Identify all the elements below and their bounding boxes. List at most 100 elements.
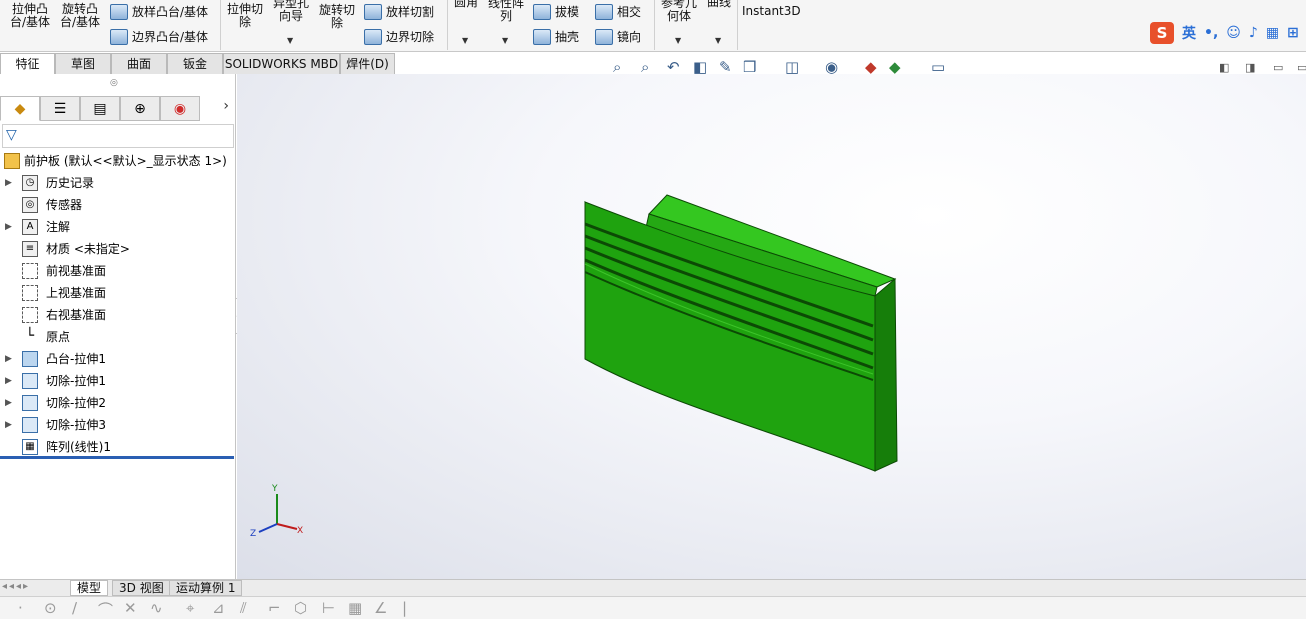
fillet-dropdown-icon[interactable]: ▼ — [462, 36, 468, 45]
tree-item-linear-pattern1[interactable]: ▦ 阵列(线性)1 — [0, 436, 236, 458]
dimension-icon[interactable]: ⊢ — [322, 599, 335, 617]
extrude-boss-button[interactable]: 拉伸凸 台/基体 — [8, 3, 52, 29]
expand-arrow-icon[interactable]: ▶ — [5, 348, 12, 370]
restore-icon[interactable]: ◧ — [1219, 61, 1229, 74]
tile-icon[interactable]: ◨ — [1245, 61, 1255, 74]
construction-icon[interactable]: ⫽ — [240, 599, 247, 617]
instant3d-button[interactable]: Instant3D — [742, 5, 801, 18]
line-icon[interactable]: ∕ — [72, 599, 77, 617]
pattern-icon[interactable]: ▦ — [348, 599, 362, 617]
tree-item-material[interactable]: ≡ 材质 <未指定> — [0, 238, 236, 260]
tree-item-cut-extrude2[interactable]: ▶ 切除-拉伸2 — [0, 392, 236, 414]
extrude-cut-button[interactable]: 拉伸切 除 — [225, 3, 265, 29]
rollback-bar[interactable] — [0, 456, 234, 459]
tree-item-sensors[interactable]: ◎ 传感器 — [0, 194, 236, 216]
close-icon[interactable]: ▭ — [1297, 61, 1306, 74]
command-manager-ribbon: 拉伸凸 台/基体 旋转凸 台/基体 放样凸台/基体 边界凸台/基体 拉伸切 除 … — [0, 0, 1306, 52]
display-manager-tab[interactable]: ◉ — [160, 96, 200, 121]
fillet-button[interactable]: 圆角 — [452, 0, 480, 9]
hole-wizard-button[interactable]: 异型孔 向导 — [271, 0, 311, 23]
angle-icon[interactable]: ∠ — [374, 599, 387, 617]
curves-dropdown-icon[interactable]: ▼ — [715, 36, 721, 45]
ime-more-icon[interactable]: ⊞ — [1287, 25, 1299, 41]
loft-cut-button[interactable]: 放样切割 — [364, 3, 434, 20]
tab-features[interactable]: 特征 — [0, 53, 55, 74]
tab-3d-view[interactable]: 3D 视图 — [112, 580, 171, 596]
color-wheel-icon: ◉ — [173, 100, 187, 117]
linear-pattern-dropdown-icon[interactable]: ▼ — [502, 36, 508, 45]
trim-icon[interactable]: ✕ — [124, 599, 137, 617]
boundary-boss-button[interactable]: 边界凸台/基体 — [110, 28, 208, 45]
expand-arrow-icon[interactable]: ▶ — [5, 172, 12, 194]
fillet-label: 圆角 — [453, 0, 478, 9]
part-model[interactable] — [237, 74, 1306, 579]
tree-item-boss-extrude1[interactable]: ▶ 凸台-拉伸1 — [0, 348, 236, 370]
tree-item-label: 上视基准面 — [46, 286, 107, 300]
shell-button[interactable]: 抽壳 — [533, 28, 579, 45]
configuration-manager-tab[interactable]: ▤ — [80, 96, 120, 121]
circle-icon[interactable]: ⊙ — [44, 599, 57, 617]
triad-x-label: X — [297, 526, 304, 536]
ime-emoji-icon[interactable]: ☺ — [1226, 25, 1241, 41]
loft-cut-icon — [364, 3, 382, 20]
dimxpert-manager-tab[interactable]: ⊕ — [120, 96, 160, 121]
ime-punctuation-toggle[interactable]: •, — [1204, 25, 1218, 41]
property-manager-icon: ☰ — [53, 100, 67, 117]
tree-item-right-plane[interactable]: 右视基准面 — [0, 304, 236, 326]
feature-manager-tab[interactable]: ◆ — [0, 96, 40, 121]
tab-weldments[interactable]: 焊件(D) — [340, 53, 395, 74]
curves-button[interactable]: 曲线 — [705, 0, 733, 9]
arc-icon[interactable]: ⌒ — [98, 599, 113, 619]
tree-filter-bar[interactable]: ▽ — [2, 124, 234, 148]
mirror-entities-icon[interactable]: ⊿ — [212, 599, 225, 617]
linear-pattern-button[interactable]: 线性阵 列 — [486, 0, 526, 23]
chevron-right-icon[interactable]: › — [223, 98, 229, 114]
expand-arrow-icon[interactable]: ▶ — [5, 216, 12, 238]
tab-scroll-arrows-icon[interactable]: ◂◂◂▸ — [2, 581, 30, 592]
loft-boss-button[interactable]: 放样凸台/基体 — [110, 3, 208, 20]
tab-sketch[interactable]: 草图 — [55, 53, 111, 74]
tab-motion-study[interactable]: 运动算例 1 — [169, 580, 243, 596]
tab-surfaces[interactable]: 曲面 — [111, 53, 167, 74]
reference-geometry-button[interactable]: 参考几 何体 — [659, 0, 699, 23]
sogou-logo-icon[interactable]: S — [1150, 22, 1174, 44]
tree-item-front-plane[interactable]: 前视基准面 — [0, 260, 236, 282]
mirror-button[interactable]: 镜向 — [595, 28, 641, 45]
configuration-manager-icon: ▤ — [93, 100, 107, 117]
hole-wizard-dropdown-icon[interactable]: ▼ — [287, 36, 293, 45]
expand-arrow-icon[interactable]: ▶ — [5, 392, 12, 414]
property-manager-tab[interactable]: ☰ — [40, 96, 80, 121]
expand-arrow-icon[interactable]: ▶ — [5, 414, 12, 436]
intersect-button[interactable]: 相交 — [595, 3, 641, 20]
revolve-boss-button[interactable]: 旋转凸 台/基体 — [58, 3, 102, 29]
tab-mbd[interactable]: SOLIDWORKS MBD — [223, 53, 340, 74]
tree-root-part[interactable]: 前护板 (默认<<默认>_显示状态 1>) — [0, 150, 236, 172]
tree-item-top-plane[interactable]: 上视基准面 — [0, 282, 236, 304]
tab-sheet-metal[interactable]: 钣金 — [167, 53, 223, 74]
tree-item-label: 注解 — [46, 220, 71, 234]
feature-manager-panel: ◎ ◆ ☰ ▤ ⊕ ◉ › ▽ 前护板 (默认<<默认>_显示状态 1>) ▶ … — [0, 74, 236, 579]
ime-language-toggle[interactable]: 英 — [1182, 23, 1196, 43]
tab-model[interactable]: 模型 — [70, 580, 109, 596]
panel-grip-icon[interactable]: ◎ — [110, 78, 118, 88]
minimize-icon[interactable]: ▭ — [1273, 61, 1283, 74]
tree-item-label: 历史记录 — [46, 176, 95, 190]
draft-button[interactable]: 拔模 — [533, 3, 579, 20]
boundary-cut-button[interactable]: 边界切除 — [364, 28, 434, 45]
tree-item-cut-extrude3[interactable]: ▶ 切除-拉伸3 — [0, 414, 236, 436]
polygon-icon[interactable]: ⬡ — [294, 599, 307, 617]
revolve-cut-button[interactable]: 旋转切 除 — [317, 4, 357, 30]
tree-item-annotations[interactable]: ▶ A 注解 — [0, 216, 236, 238]
corner-rectangle-icon[interactable]: ⌐ — [268, 599, 281, 617]
reference-geometry-dropdown-icon[interactable]: ▼ — [675, 36, 681, 45]
point-icon[interactable]: · — [18, 599, 23, 617]
expand-arrow-icon[interactable]: ▶ — [5, 370, 12, 392]
graphics-viewport[interactable]: ⌕ ⌕ ↶ ◧ ✎ ❒ ◫ ◉ ◆ ◆ ▭ ◧ ◨ ▭ ▭ Y X Z — [237, 58, 1306, 579]
ime-keyboard-icon[interactable]: ▦ — [1266, 25, 1279, 41]
tree-item-cut-extrude1[interactable]: ▶ 切除-拉伸1 — [0, 370, 236, 392]
tree-item-history[interactable]: ▶ ◷ 历史记录 — [0, 172, 236, 194]
offset-icon[interactable]: ⌖ — [186, 599, 194, 617]
ime-voice-icon[interactable]: ♪ — [1249, 25, 1258, 41]
spline-icon[interactable]: ∿ — [150, 599, 163, 617]
tree-item-origin[interactable]: └ 原点 — [0, 326, 236, 348]
